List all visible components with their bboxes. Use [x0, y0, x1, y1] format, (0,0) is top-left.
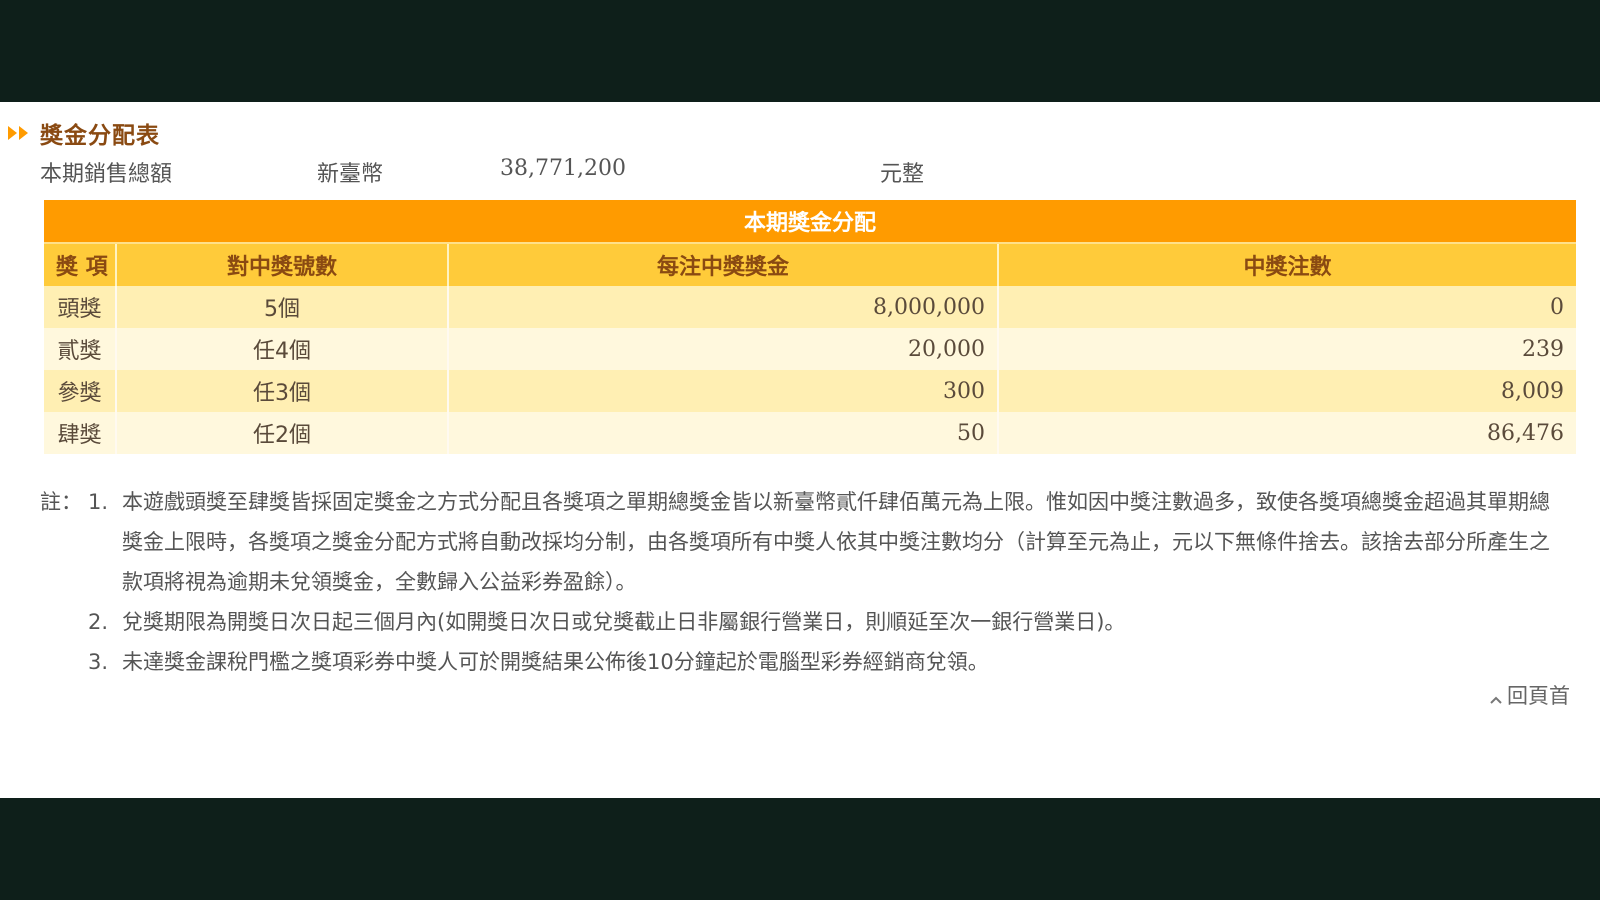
note-number: 2. [88, 610, 109, 634]
section-title: 獎金分配表 [40, 123, 160, 149]
prize-name: 參獎 [44, 370, 117, 412]
prize-distribution-panel: 獎金分配表 本期銷售總額 新臺幣 38,771,200 元整 本期獎金分配 獎 … [0, 102, 1600, 798]
sales-total-label: 本期銷售總額 [40, 162, 173, 187]
table-caption: 本期獎金分配 [44, 200, 1577, 244]
prize-name: 貳獎 [44, 328, 117, 370]
prize-amount: 50 [448, 412, 999, 454]
note-item: 2. 兌獎期限為開獎日次日起三個月內(如開獎日次日或兌獎截止日非屬銀行營業日，則… [40, 602, 1570, 642]
prize-match: 任2個 [116, 412, 449, 454]
prize-count: 8,009 [998, 370, 1577, 412]
notes-prefix: 註： [40, 490, 82, 514]
table-caption-row: 本期獎金分配 [44, 200, 1577, 244]
double-chevron-right-icon [8, 123, 36, 143]
header-prize: 獎 項 [44, 243, 117, 286]
prize-match: 任4個 [116, 328, 449, 370]
header-amount: 每注中獎獎金 [448, 243, 999, 286]
prize-match: 5個 [116, 286, 449, 328]
prize-count: 86,476 [998, 412, 1577, 454]
caret-up-icon [1489, 688, 1503, 704]
prize-name: 肆獎 [44, 412, 117, 454]
table-row: 頭獎 5個 8,000,000 0 [44, 286, 1577, 328]
table-row: 肆獎 任2個 50 86,476 [44, 412, 1577, 454]
note-text: 未達獎金課稅門檻之獎項彩券中獎人可於開獎結果公佈後10分鐘起於電腦型彩券經銷商兌… [122, 650, 989, 674]
prize-amount: 300 [448, 370, 999, 412]
section-header: 獎金分配表 [8, 118, 160, 149]
note-item: 註： 1. 本遊戲頭獎至肆獎皆採固定獎金之方式分配且各獎項之單期總獎金皆以新臺幣… [40, 482, 1570, 602]
sales-total-row: 本期銷售總額 新臺幣 38,771,200 元整 [40, 156, 1040, 187]
note-text: 兌獎期限為開獎日次日起三個月內(如開獎日次日或兌獎截止日非屬銀行營業日，則順延至… [122, 610, 1126, 634]
note-number: 3. [88, 650, 109, 674]
header-count: 中獎注數 [998, 243, 1577, 286]
table-row: 貳獎 任4個 20,000 239 [44, 328, 1577, 370]
table-row: 參獎 任3個 300 8,009 [44, 370, 1577, 412]
notes-section: 註： 1. 本遊戲頭獎至肆獎皆採固定獎金之方式分配且各獎項之單期總獎金皆以新臺幣… [40, 482, 1570, 682]
sales-amount: 38,771,200 [500, 156, 626, 181]
prize-amount: 20,000 [448, 328, 999, 370]
sales-currency: 新臺幣 [317, 162, 384, 187]
header-match: 對中獎號數 [116, 243, 449, 286]
note-number: 1. [88, 490, 109, 514]
prize-count: 239 [998, 328, 1577, 370]
sales-unit: 元整 [880, 162, 925, 187]
note-item: 3. 未達獎金課稅門檻之獎項彩券中獎人可於開獎結果公佈後10分鐘起於電腦型彩券經… [40, 642, 1570, 682]
prize-table: 本期獎金分配 獎 項 對中獎號數 每注中獎獎金 中獎注數 頭獎 5個 8,000… [44, 200, 1577, 454]
back-to-top-label: 回頁首 [1507, 684, 1570, 708]
prize-amount: 8,000,000 [448, 286, 999, 328]
note-text: 本遊戲頭獎至肆獎皆採固定獎金之方式分配且各獎項之單期總獎金皆以新臺幣貳仟肆佰萬元… [122, 490, 1550, 594]
prize-count: 0 [998, 286, 1577, 328]
table-header-row: 獎 項 對中獎號數 每注中獎獎金 中獎注數 [44, 243, 1577, 286]
prize-name: 頭獎 [44, 286, 117, 328]
prize-match: 任3個 [116, 370, 449, 412]
back-to-top-link[interactable]: 回頁首 [1489, 680, 1570, 710]
